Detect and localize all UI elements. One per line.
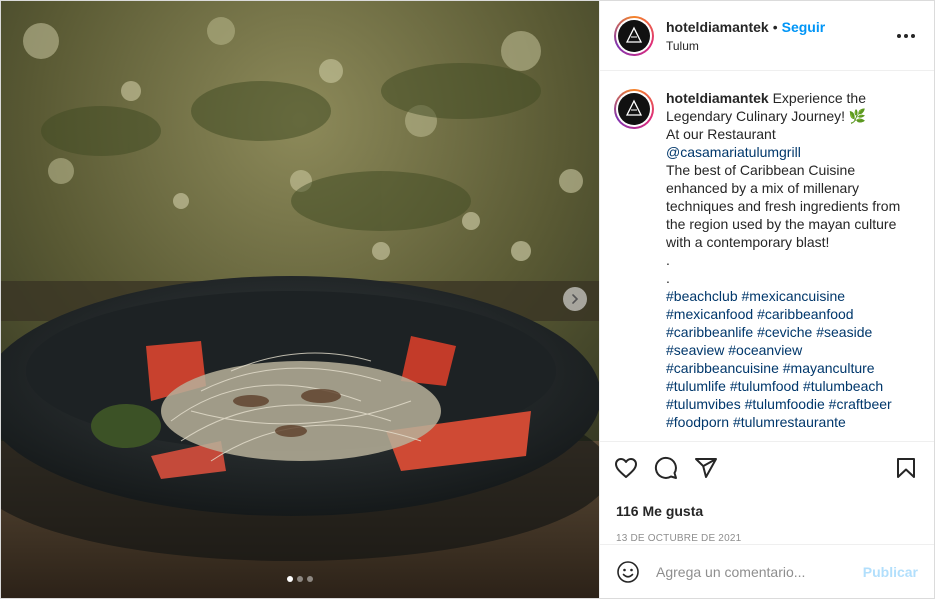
post-media[interactable] — [1, 1, 599, 598]
next-image-button[interactable] — [563, 287, 587, 311]
bookmark-icon — [897, 457, 915, 478]
heart-icon — [615, 457, 637, 478]
carousel-indicator — [1, 576, 599, 582]
hashtag-link[interactable]: #mexicanfood — [666, 306, 753, 322]
hashtag-link[interactable]: #tulumbeach — [803, 378, 883, 394]
chevron-right-icon — [572, 294, 579, 304]
header-username[interactable]: hoteldiamantek — [666, 19, 769, 35]
hashtag-link[interactable]: #caribbeancuisine — [666, 360, 779, 376]
instagram-post: hoteldiamantek • Seguir Tulum hoteldiama… — [0, 0, 935, 599]
caption-text: hoteldiamantek Experience the Legendary … — [666, 89, 918, 441]
avatar[interactable] — [614, 15, 654, 56]
hashtag-link[interactable]: #ceviche — [757, 324, 812, 340]
comment-button[interactable] — [654, 456, 680, 482]
comment-form: Publicar — [600, 544, 934, 598]
diamante-logo-icon — [625, 26, 643, 43]
caption-username[interactable]: hoteldiamantek — [666, 90, 769, 106]
hashtag-link[interactable]: #craftbeer — [829, 396, 892, 412]
food-photo — [1, 1, 599, 598]
share-button[interactable] — [694, 456, 720, 482]
separator-bullet: • — [772, 18, 778, 35]
location-link[interactable]: Tulum — [666, 39, 894, 53]
save-button[interactable] — [894, 456, 920, 482]
comment-input[interactable] — [656, 563, 863, 580]
carousel-dot — [307, 576, 313, 582]
publish-button[interactable]: Publicar — [863, 564, 918, 580]
hashtag-link[interactable]: #mexicancuisine — [742, 288, 846, 304]
carousel-dot — [297, 576, 303, 582]
hashtag-link[interactable]: #caribbeanlife — [666, 324, 753, 340]
share-icon — [695, 457, 717, 478]
caption-dot: . — [666, 252, 670, 268]
diamante-logo-icon — [625, 99, 643, 116]
action-bar — [600, 441, 934, 495]
emoji-icon[interactable] — [616, 560, 640, 584]
follow-button[interactable]: Seguir — [782, 19, 826, 35]
post-header: hoteldiamantek • Seguir Tulum — [600, 1, 934, 71]
post-side-panel: hoteldiamantek • Seguir Tulum hoteldiama… — [599, 1, 934, 598]
like-button[interactable] — [614, 456, 640, 482]
comment-icon — [654, 456, 677, 479]
hashtag-link[interactable]: #seaside — [816, 324, 872, 340]
caption-line: At our Restaurant — [666, 126, 776, 142]
hashtag-link[interactable]: #tulumlife — [666, 378, 726, 394]
caption-dot: . — [666, 270, 670, 286]
hashtag-link[interactable]: #foodporn — [666, 414, 729, 430]
hashtag-link[interactable]: #tulumrestaurante — [733, 414, 846, 430]
more-options-icon[interactable] — [894, 33, 918, 38]
caption-line: The best of Caribbean Cuisine enhanced b… — [666, 162, 901, 250]
avatar[interactable] — [614, 89, 654, 129]
hashtag-link[interactable]: #beachclub — [666, 288, 738, 304]
hashtag-link[interactable]: #seaview — [666, 342, 724, 358]
mention-link[interactable]: @casamariatulumgrill — [666, 144, 801, 160]
caption-area: hoteldiamantek Experience the Legendary … — [600, 71, 934, 441]
hashtag-link[interactable]: #tulumvibes — [666, 396, 741, 412]
hashtag-link[interactable]: #mayanculture — [783, 360, 875, 376]
hashtag-link[interactable]: #tulumfoodie — [745, 396, 825, 412]
hashtag-link[interactable]: #tulumfood — [730, 378, 799, 394]
hashtag-list: #beachclub #mexicancuisine #mexicanfood … — [666, 288, 892, 430]
post-date[interactable]: 13 DE OCTUBRE DE 2021 — [600, 519, 934, 544]
likes-count[interactable]: 116 Me gusta — [600, 495, 934, 519]
carousel-dot — [287, 576, 293, 582]
hashtag-link[interactable]: #oceanview — [728, 342, 802, 358]
hashtag-link[interactable]: #caribbeanfood — [757, 306, 854, 322]
